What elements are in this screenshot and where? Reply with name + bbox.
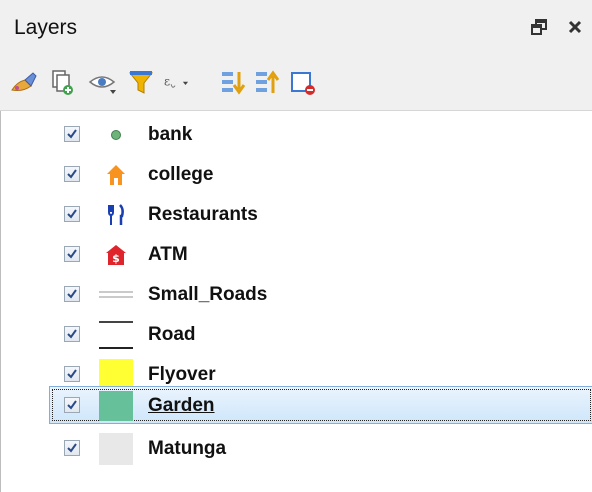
float-window-icon[interactable]: [527, 14, 551, 40]
layer-visibility-checkbox[interactable]: [64, 366, 80, 382]
layer-row-atm[interactable]: $ ATM: [1, 235, 592, 275]
layer-visibility-checkbox[interactable]: [64, 206, 80, 222]
style-manager-icon[interactable]: [8, 68, 38, 98]
house-marker-icon: [99, 159, 133, 191]
panel-titlebar: Layers: [0, 0, 592, 56]
layer-visibility-checkbox[interactable]: [64, 286, 80, 302]
layer-name: ATM: [148, 244, 188, 265]
layer-name: Garden: [148, 395, 215, 416]
panel-title: Layers: [14, 16, 78, 39]
close-icon[interactable]: [563, 14, 587, 40]
layer-visibility-checkbox[interactable]: [64, 246, 80, 262]
layer-tree: bank college Restaurants $ ATM Small_Roa…: [0, 111, 592, 492]
layer-visibility-checkbox[interactable]: [64, 440, 80, 456]
layer-name: Road: [148, 324, 196, 345]
layer-name: Small_Roads: [148, 284, 268, 305]
layer-name: Flyover: [148, 364, 216, 385]
layer-name: Matunga: [148, 438, 227, 459]
double-line-icon: [99, 279, 133, 311]
expand-all-icon[interactable]: [218, 68, 248, 98]
layer-visibility-checkbox[interactable]: [64, 166, 80, 182]
filter-by-expression-icon[interactable]: ε: [162, 68, 192, 98]
layer-row-bank[interactable]: bank: [1, 115, 592, 155]
layer-row-garden[interactable]: Garden: [1, 386, 592, 426]
layer-row-small-roads[interactable]: Small_Roads: [1, 275, 592, 315]
layer-row-road[interactable]: Road: [1, 315, 592, 355]
layer-row-matunga[interactable]: Matunga: [1, 429, 592, 469]
manage-map-themes-icon[interactable]: [88, 68, 118, 98]
collapse-all-icon[interactable]: [252, 68, 282, 98]
single-line-icon: [99, 319, 133, 351]
svg-text:ε: ε: [164, 75, 170, 89]
layer-name: Restaurants: [148, 204, 258, 225]
circle-marker-icon: [99, 119, 133, 151]
add-group-icon[interactable]: [47, 68, 77, 98]
layer-row-college[interactable]: college: [1, 155, 592, 195]
svg-text:$: $: [112, 252, 120, 265]
layer-name: bank: [148, 124, 193, 145]
fill-square-icon: [99, 433, 133, 465]
filter-legend-icon[interactable]: [126, 68, 156, 98]
layer-name: college: [148, 164, 214, 185]
layer-row-restaurants[interactable]: Restaurants: [1, 195, 592, 235]
fork-knife-marker-icon: [99, 199, 133, 231]
fill-square-icon: [99, 390, 133, 422]
layers-toolbar: ε: [0, 56, 592, 111]
layer-visibility-checkbox[interactable]: [64, 326, 80, 342]
layer-visibility-checkbox[interactable]: [64, 126, 80, 142]
dollar-house-marker-icon: $: [99, 239, 133, 271]
remove-layer-icon[interactable]: [288, 68, 318, 98]
layer-visibility-checkbox[interactable]: [64, 397, 80, 413]
